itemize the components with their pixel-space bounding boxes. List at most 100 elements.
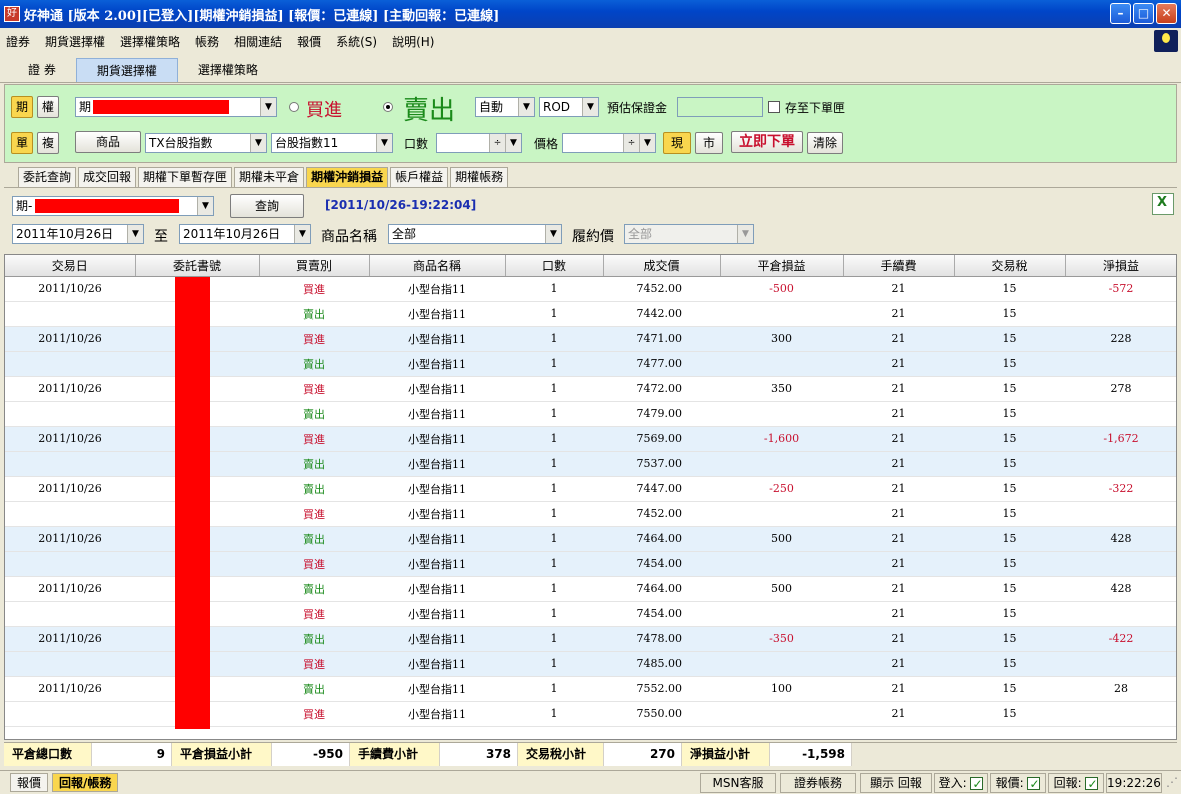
chevron-down-icon[interactable]: ▼ bbox=[582, 98, 598, 116]
minimize-button[interactable]: – bbox=[1110, 3, 1131, 24]
show-report-button[interactable]: 顯示 回報 bbox=[860, 773, 932, 793]
cell-price: 7454.00 bbox=[603, 551, 720, 577]
strike-value: 全部 bbox=[628, 227, 653, 241]
tab-report-account[interactable]: 回報/帳務 bbox=[52, 773, 119, 792]
chevron-down-icon[interactable]: ▼ bbox=[505, 134, 521, 152]
product-select[interactable]: TX台股指數 ▼ bbox=[145, 133, 267, 153]
col-fee[interactable]: 手續費 bbox=[843, 255, 955, 277]
cell-fee: 21 bbox=[843, 501, 954, 527]
col-side[interactable]: 買賣別 bbox=[259, 255, 370, 277]
col-order-no[interactable]: 委託書號 bbox=[135, 255, 260, 277]
futures-toggle[interactable]: 期 bbox=[11, 96, 33, 118]
cell-price: 7464.00 bbox=[603, 576, 720, 602]
market-button[interactable]: 市 bbox=[695, 132, 723, 154]
menu-quotes[interactable]: 報價 bbox=[297, 33, 321, 50]
chevron-down-icon[interactable]: ▼ bbox=[250, 134, 266, 152]
order-panel: 期 權 期 ▼ 買進 賣出 自動 ▼ ROD ▼ 預估保證金 存至下單匣 單 複… bbox=[4, 84, 1177, 163]
quantity-stepper[interactable]: ÷ ▼ bbox=[436, 133, 522, 153]
cell-price: 7442.00 bbox=[603, 301, 720, 327]
chevron-down-icon[interactable]: ▼ bbox=[545, 225, 561, 243]
menu-links[interactable]: 相關連結 bbox=[234, 33, 282, 50]
cell-tax: 15 bbox=[954, 426, 1065, 452]
cell-net-pnl: 428 bbox=[1065, 576, 1176, 602]
buy-radio[interactable] bbox=[289, 102, 299, 112]
col-trade-date[interactable]: 交易日 bbox=[5, 255, 136, 277]
tab-order-tray[interactable]: 期權下單暫存匣 bbox=[138, 167, 233, 187]
account-select[interactable]: 期 ▼ bbox=[75, 97, 277, 117]
resize-grip-icon[interactable]: ⋰ bbox=[1166, 775, 1178, 789]
col-tax[interactable]: 交易稅 bbox=[954, 255, 1066, 277]
tab-account-equity[interactable]: 帳戶權益 bbox=[390, 167, 449, 187]
rod-select[interactable]: ROD ▼ bbox=[539, 97, 599, 117]
query-account-select[interactable]: 期- ▼ bbox=[12, 196, 214, 216]
clear-button[interactable]: 清除 bbox=[807, 132, 843, 154]
excel-export-icon[interactable] bbox=[1152, 193, 1174, 215]
date-to-picker[interactable]: 2011年10月26日 ▼ bbox=[179, 224, 311, 244]
submit-order-button[interactable]: 立即下單 bbox=[731, 131, 803, 153]
tab-fill-report[interactable]: 成交回報 bbox=[78, 167, 137, 187]
cell-tax: 15 bbox=[954, 526, 1065, 552]
tab-futures-options[interactable]: 期貨選擇權 bbox=[75, 58, 178, 82]
chevron-down-icon[interactable]: ▼ bbox=[260, 98, 276, 116]
contract-select[interactable]: 台股指數11 ▼ bbox=[271, 133, 393, 153]
menu-accounts[interactable]: 帳務 bbox=[195, 33, 219, 50]
spinner-icon[interactable]: ÷ bbox=[623, 134, 639, 152]
msn-support-button[interactable]: MSN客服 bbox=[700, 773, 776, 793]
menu-futures-options[interactable]: 期貨選擇權 bbox=[45, 33, 105, 50]
stock-account-button[interactable]: 證券帳務 bbox=[780, 773, 856, 793]
chevron-down-icon[interactable]: ▼ bbox=[197, 197, 213, 215]
cell-trade-date bbox=[5, 701, 135, 727]
cell-net-pnl bbox=[1065, 551, 1176, 577]
single-toggle[interactable]: 單 bbox=[11, 132, 33, 154]
price-stepper[interactable]: ÷ ▼ bbox=[562, 133, 656, 153]
col-close-pnl[interactable]: 平倉損益 bbox=[720, 255, 844, 277]
pnl-subtotal-label: 平倉損益小計 bbox=[172, 743, 272, 766]
tab-option-strategy[interactable]: 選擇權策略 bbox=[178, 58, 278, 82]
auto-select[interactable]: 自動 ▼ bbox=[475, 97, 535, 117]
spinner-icon[interactable]: ÷ bbox=[489, 134, 505, 152]
col-net-pnl[interactable]: 淨損益 bbox=[1065, 255, 1176, 277]
combo-toggle[interactable]: 複 bbox=[37, 132, 59, 154]
sell-radio[interactable] bbox=[383, 102, 393, 112]
col-product[interactable]: 商品名稱 bbox=[369, 255, 506, 277]
chevron-down-icon[interactable]: ▼ bbox=[518, 98, 534, 116]
cell-price: 7477.00 bbox=[603, 351, 720, 377]
menu-option-strategy[interactable]: 選擇權策略 bbox=[120, 33, 180, 50]
cell-qty: 1 bbox=[505, 576, 603, 602]
cell-qty: 1 bbox=[505, 476, 603, 502]
menu-help[interactable]: 說明(H) bbox=[392, 33, 434, 50]
cell-product: 小型台指11 bbox=[369, 426, 505, 452]
menu-system[interactable]: 系統(S) bbox=[336, 33, 377, 50]
chevron-down-icon[interactable]: ▼ bbox=[127, 225, 143, 243]
chevron-down-icon[interactable]: ▼ bbox=[639, 134, 655, 152]
cell-price: 7447.00 bbox=[603, 476, 720, 502]
strike-label: 履約價 bbox=[572, 229, 614, 245]
close-button[interactable]: ✕ bbox=[1156, 3, 1177, 24]
save-to-tray-checkbox[interactable] bbox=[768, 101, 780, 113]
cell-side: 賣出 bbox=[259, 626, 369, 652]
cell-product: 小型台指11 bbox=[369, 476, 505, 502]
options-toggle[interactable]: 權 bbox=[37, 96, 59, 118]
menu-stocks[interactable]: 證券 bbox=[6, 33, 30, 50]
chevron-down-icon[interactable]: ▼ bbox=[294, 225, 310, 243]
tab-stocks[interactable]: 證 券 bbox=[8, 58, 76, 82]
cell-trade-date: 2011/10/26 bbox=[5, 426, 135, 452]
maximize-button[interactable]: □ bbox=[1133, 3, 1154, 24]
cell-side: 買進 bbox=[259, 651, 369, 677]
cell-product: 小型台指11 bbox=[369, 351, 505, 377]
tab-order-query[interactable]: 委託查詢 bbox=[18, 167, 77, 187]
query-button[interactable]: 查詢 bbox=[230, 194, 304, 218]
chevron-down-icon[interactable]: ▼ bbox=[376, 134, 392, 152]
col-price[interactable]: 成交價 bbox=[603, 255, 721, 277]
col-qty[interactable]: 口數 bbox=[505, 255, 604, 277]
tab-account-ledger[interactable]: 期權帳務 bbox=[450, 167, 509, 187]
market-now-button[interactable]: 現 bbox=[663, 132, 691, 154]
tab-offset-pnl[interactable]: 期權沖銷損益 bbox=[306, 167, 389, 187]
product-name-select[interactable]: 全部 ▼ bbox=[388, 224, 562, 244]
date-from-picker[interactable]: 2011年10月26日 ▼ bbox=[12, 224, 144, 244]
cell-trade-date: 2011/10/26 bbox=[5, 376, 135, 402]
tab-quotes[interactable]: 報價 bbox=[10, 773, 49, 792]
product-button[interactable]: 商品 bbox=[75, 131, 141, 153]
tab-open-positions[interactable]: 期權未平倉 bbox=[234, 167, 305, 187]
lightbulb-icon[interactable] bbox=[1154, 30, 1178, 52]
